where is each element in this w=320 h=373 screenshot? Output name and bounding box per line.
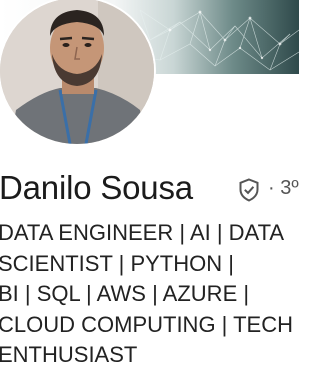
shield-check-icon[interactable] bbox=[236, 177, 262, 203]
headline-line: SCIENTIST | PYTHON | bbox=[0, 250, 234, 276]
avatar[interactable] bbox=[0, 0, 154, 144]
headline-line: BI | SQL | AWS | AZURE | bbox=[0, 281, 250, 306]
headline-line: DATA ENGINEER | AI | DATA bbox=[0, 220, 285, 245]
headline-line: ENTHUSIAST bbox=[0, 342, 138, 367]
name-row: Danilo Sousa · 3º bbox=[0, 168, 299, 208]
profile-name: Danilo Sousa bbox=[0, 169, 193, 206]
avatar-frame[interactable] bbox=[0, 0, 156, 146]
headline-line: CLOUD COMPUTING | TECH bbox=[0, 311, 293, 337]
connection-degree: · 3º bbox=[268, 177, 299, 199]
profile-headline: DATA ENGINEER | AI | DATA SCIENTIST | PY… bbox=[0, 218, 318, 371]
